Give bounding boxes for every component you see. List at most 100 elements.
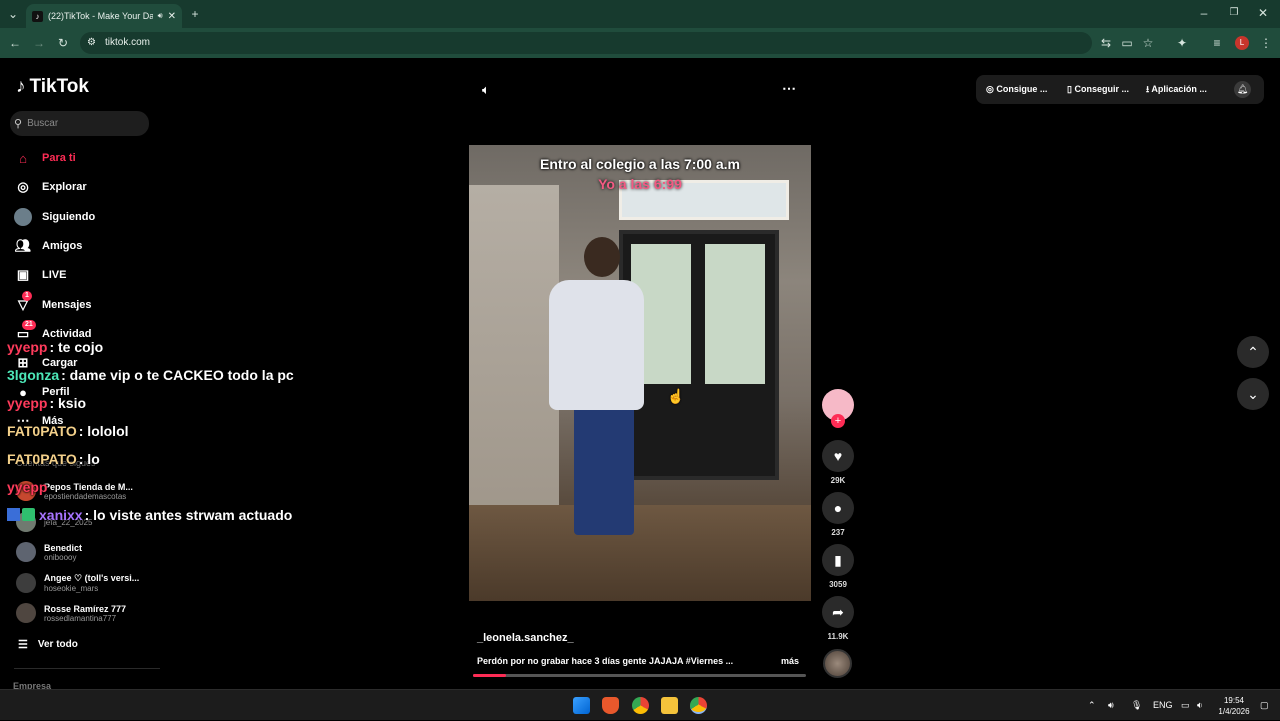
notifications-bell-icon[interactable]: 🔔︎ [1234, 81, 1251, 98]
chevron-up-icon: ⌃ [1247, 344, 1259, 360]
nav-amigos[interactable]: 👥︎ Amigos [14, 236, 83, 256]
network-icon[interactable]: ▭ [1181, 690, 1190, 721]
reload-icon[interactable]: ↻ [56, 36, 70, 50]
brand-name: TikTok [29, 76, 89, 97]
browser-tab[interactable]: ♪ (22)TikTok - Make Your Day 🔊︎ ✕ [26, 4, 182, 28]
chat-badge-icon [22, 508, 35, 521]
chevron-down-icon: ⌄ [1247, 386, 1259, 402]
restore-icon[interactable]: ❐ [1227, 6, 1241, 20]
speaker-icon[interactable]: 🔊︎ [1108, 690, 1114, 721]
bookmark-star-icon[interactable]: ☆ [1141, 36, 1155, 50]
video-progress-bar[interactable] [473, 674, 806, 677]
nav-mensajes[interactable]: ▽ 1 Mensajes [14, 291, 92, 315]
volume-tray-icon[interactable]: 🔉︎ [1197, 690, 1203, 721]
following-account[interactable]: Angee ♡ (toll's versi... hoseokie_mars [16, 573, 139, 593]
chrome-icon[interactable] [632, 697, 649, 714]
get-coins-button[interactable]: ◎ Consigue ... [986, 75, 1047, 104]
more-options-icon[interactable]: ⋯ [782, 80, 796, 97]
nav-explorar[interactable]: ◎ Explorar [14, 177, 87, 197]
brave-browser-icon[interactable] [602, 697, 619, 714]
new-tab-icon[interactable]: + [188, 7, 202, 21]
chat-text: : te cojo [49, 339, 104, 355]
comment-count: 237 [831, 528, 845, 537]
chat-message: xanixx: lo viste antes strwam actuado [7, 507, 292, 523]
like-count: 29K [830, 476, 846, 485]
tiktok-note-icon: ♪ [16, 76, 26, 97]
heart-icon: ♥ [822, 440, 854, 472]
address-bar[interactable]: ⚙ tiktok.com [80, 32, 1092, 54]
system-clock[interactable]: 19:54 1/4/2026 [1212, 695, 1256, 717]
chrome-profile-icon[interactable] [690, 697, 707, 714]
account-handle: hoseokie_mars [44, 584, 99, 593]
chat-message: yyepp: te cojo [7, 339, 103, 355]
tiktok-logo[interactable]: ♪ TikTok [16, 76, 89, 98]
chat-badge-icon [7, 508, 20, 521]
see-all-link[interactable]: ☰ Ver todo [18, 634, 78, 654]
share-button[interactable]: ➦ 11.9K [822, 596, 854, 641]
previous-video-button[interactable]: ⌃ [1237, 336, 1269, 368]
window-close-icon[interactable]: ✕ [1256, 6, 1270, 20]
share-count: 11.9K [827, 632, 849, 641]
avatar [16, 573, 36, 593]
minimize-icon[interactable]: – [1197, 6, 1211, 20]
save-count: 3059 [829, 580, 847, 589]
cast-icon[interactable]: ▭ [1120, 36, 1134, 50]
save-button[interactable]: ▮ 3059 [822, 544, 854, 589]
file-explorer-icon[interactable] [661, 697, 678, 714]
tab-close-icon[interactable]: ✕ [168, 11, 176, 22]
nav-label: Explorar [42, 181, 87, 193]
pill-label: Conseguir ... [1074, 84, 1129, 94]
nav-siguiendo[interactable]: Siguiendo [14, 207, 95, 227]
account-handle: epostiendademascotas [44, 491, 127, 501]
search-input[interactable] [27, 118, 138, 129]
site-info-icon[interactable]: ⚙ [87, 32, 96, 54]
nav-label: Siguiendo [42, 211, 96, 223]
list-icon: ☰ [18, 638, 28, 651]
video-frame-floor [469, 505, 811, 601]
video-frame-person [549, 280, 644, 410]
microphone-icon[interactable]: 🎙︎ [1131, 690, 1142, 721]
live-icon: ▣ [16, 267, 30, 282]
download-app-button[interactable]: ⭳ Aplicación ... [1146, 75, 1207, 104]
browser-menu-icon[interactable]: ⋮ [1259, 36, 1273, 50]
chat-user: yyepp [7, 395, 48, 411]
video-caption-top: Entro al colegio a las 7:00 a.m [540, 156, 740, 172]
tray-overflow-icon[interactable]: ⌃ [1088, 690, 1096, 721]
description-more-button[interactable]: más [781, 656, 799, 666]
video-progress-fill [473, 674, 507, 677]
video-player[interactable]: Entro al colegio a las 7:00 a.m Yo a las… [469, 145, 811, 601]
browser-tab-bar: ⌄ ♪ (22)TikTok - Make Your Day 🔊︎ ✕ + – … [0, 0, 1280, 28]
search-box[interactable]: ⚲ [10, 111, 149, 136]
volume-icon[interactable]: 🔈︎ [482, 82, 490, 98]
comment-button[interactable]: ● 237 [822, 492, 854, 537]
account-handle: rossedlamantina777 [44, 613, 117, 623]
tab-list-icon[interactable]: ⌄ [6, 7, 20, 21]
coin-icon: ◎ [986, 84, 997, 94]
media-control-icon[interactable]: ≡ [1210, 36, 1224, 50]
extensions-icon[interactable]: ✦ [1175, 36, 1189, 50]
back-icon[interactable]: ← [8, 36, 22, 50]
profile-avatar[interactable]: L [1235, 36, 1249, 50]
home-icon: ⌂ [19, 150, 27, 166]
url-text: tiktok.com [105, 37, 151, 48]
translate-icon[interactable]: ⇆ [1099, 36, 1113, 50]
comment-icon: ● [822, 492, 854, 524]
account-name: Rosse Ramírez 777 [44, 603, 127, 614]
video-author[interactable]: _leonela.sanchez_ [477, 632, 574, 644]
following-account[interactable]: Benedict oniboooy [16, 542, 82, 562]
nav-para-ti[interactable]: ⌂ Para ti [14, 148, 76, 168]
tab-audio-icon[interactable]: 🔊︎ [158, 11, 163, 21]
language-indicator[interactable]: ENG [1153, 690, 1173, 721]
follow-plus-icon[interactable]: + [831, 414, 845, 428]
like-button[interactable]: ♥ 29K [822, 440, 854, 485]
notification-center-icon[interactable]: ▢ [1260, 690, 1269, 721]
chat-user: xanixx [39, 507, 83, 523]
following-account[interactable]: Rosse Ramírez 777 rossedlamantina777 [16, 603, 126, 623]
next-video-button[interactable]: ⌄ [1237, 378, 1269, 410]
forward-icon[interactable]: → [32, 36, 46, 50]
get-app-button[interactable]: ▯ Conseguir ... [1067, 75, 1129, 104]
nav-live[interactable]: ▣ LIVE [14, 265, 67, 285]
music-disc-avatar[interactable] [823, 649, 852, 678]
windows-start-icon[interactable] [573, 697, 590, 714]
messages-icon: ▽ 1 [14, 291, 32, 314]
